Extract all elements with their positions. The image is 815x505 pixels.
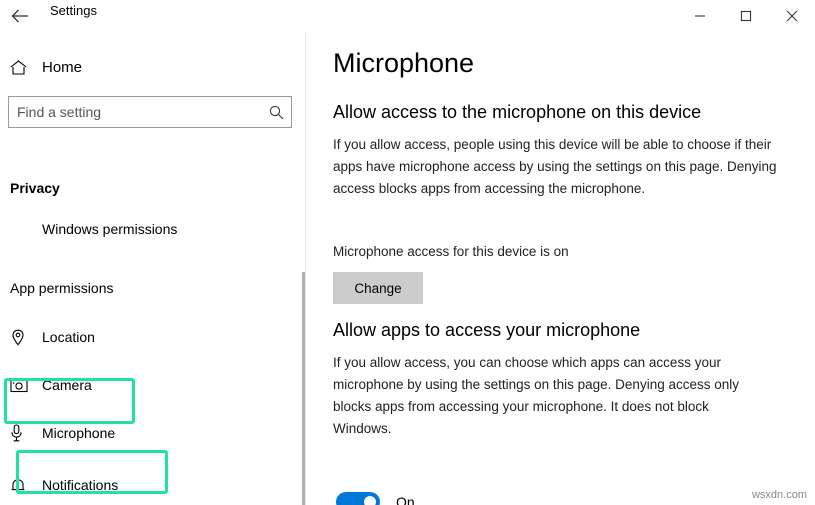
- sidebar: Home Privacy Windows permissions App per…: [0, 32, 306, 505]
- search-icon[interactable]: [261, 105, 291, 120]
- sidebar-item-label: Windows permissions: [42, 221, 178, 237]
- sidebar-item-home[interactable]: Home: [0, 50, 306, 84]
- site-tag: wsxdn.com: [751, 489, 807, 501]
- camera-icon: [10, 378, 36, 393]
- app-access-toggle[interactable]: [336, 492, 380, 505]
- sidebar-home-label: Home: [42, 58, 83, 76]
- sidebar-item-label: Notifications: [42, 477, 119, 493]
- app-access-toggle-row[interactable]: On: [336, 492, 415, 505]
- title-bar: Settings: [0, 0, 815, 32]
- settings-window: Settings Home Find a setting Privacy Win…: [0, 0, 815, 505]
- notification-bell-icon: [10, 477, 36, 494]
- toggle-knob: [364, 496, 376, 505]
- maximize-button[interactable]: [723, 0, 769, 32]
- window-title: Settings: [50, 3, 97, 18]
- section-device-access-body: If you allow access, people using this d…: [333, 137, 777, 196]
- sidebar-item-label: Camera: [42, 377, 92, 393]
- main-content: Microphone Allow access to the microphon…: [307, 32, 815, 505]
- window-controls: [677, 0, 815, 32]
- search-box[interactable]: [8, 96, 292, 128]
- sidebar-item-microphone[interactable]: Microphone: [0, 416, 306, 450]
- section-app-access-title: Allow apps to access your microphone: [333, 320, 641, 340]
- microphone-icon: [10, 424, 36, 442]
- sidebar-scrollbar[interactable]: [302, 272, 305, 505]
- sidebar-item-label: Microphone: [42, 425, 116, 441]
- sidebar-item-windows-permissions[interactable]: Windows permissions: [0, 212, 306, 246]
- page-title: Microphone: [333, 48, 475, 78]
- minimize-button[interactable]: [677, 0, 723, 32]
- toggle-state-label: On: [396, 494, 415, 505]
- close-button[interactable]: [769, 0, 815, 32]
- sidebar-item-camera[interactable]: Camera: [0, 368, 306, 402]
- sidebar-item-notifications[interactable]: Notifications: [0, 468, 306, 502]
- section-app-access-body: If you allow access, you can choose whic…: [333, 355, 739, 436]
- sidebar-group-privacy-header: Privacy: [10, 180, 60, 196]
- home-icon: [10, 59, 36, 75]
- sidebar-item-label: Location: [42, 329, 95, 345]
- sidebar-item-location[interactable]: Location: [0, 320, 306, 354]
- sidebar-group-app-permissions-header: App permissions: [10, 280, 114, 296]
- location-pin-icon: [10, 329, 36, 346]
- device-access-status: Microphone access for this device is on: [333, 244, 569, 259]
- section-device-access-title: Allow access to the microphone on this d…: [333, 102, 702, 122]
- search-input[interactable]: [9, 97, 261, 127]
- change-button[interactable]: Change: [333, 272, 423, 304]
- back-button[interactable]: [0, 0, 40, 32]
